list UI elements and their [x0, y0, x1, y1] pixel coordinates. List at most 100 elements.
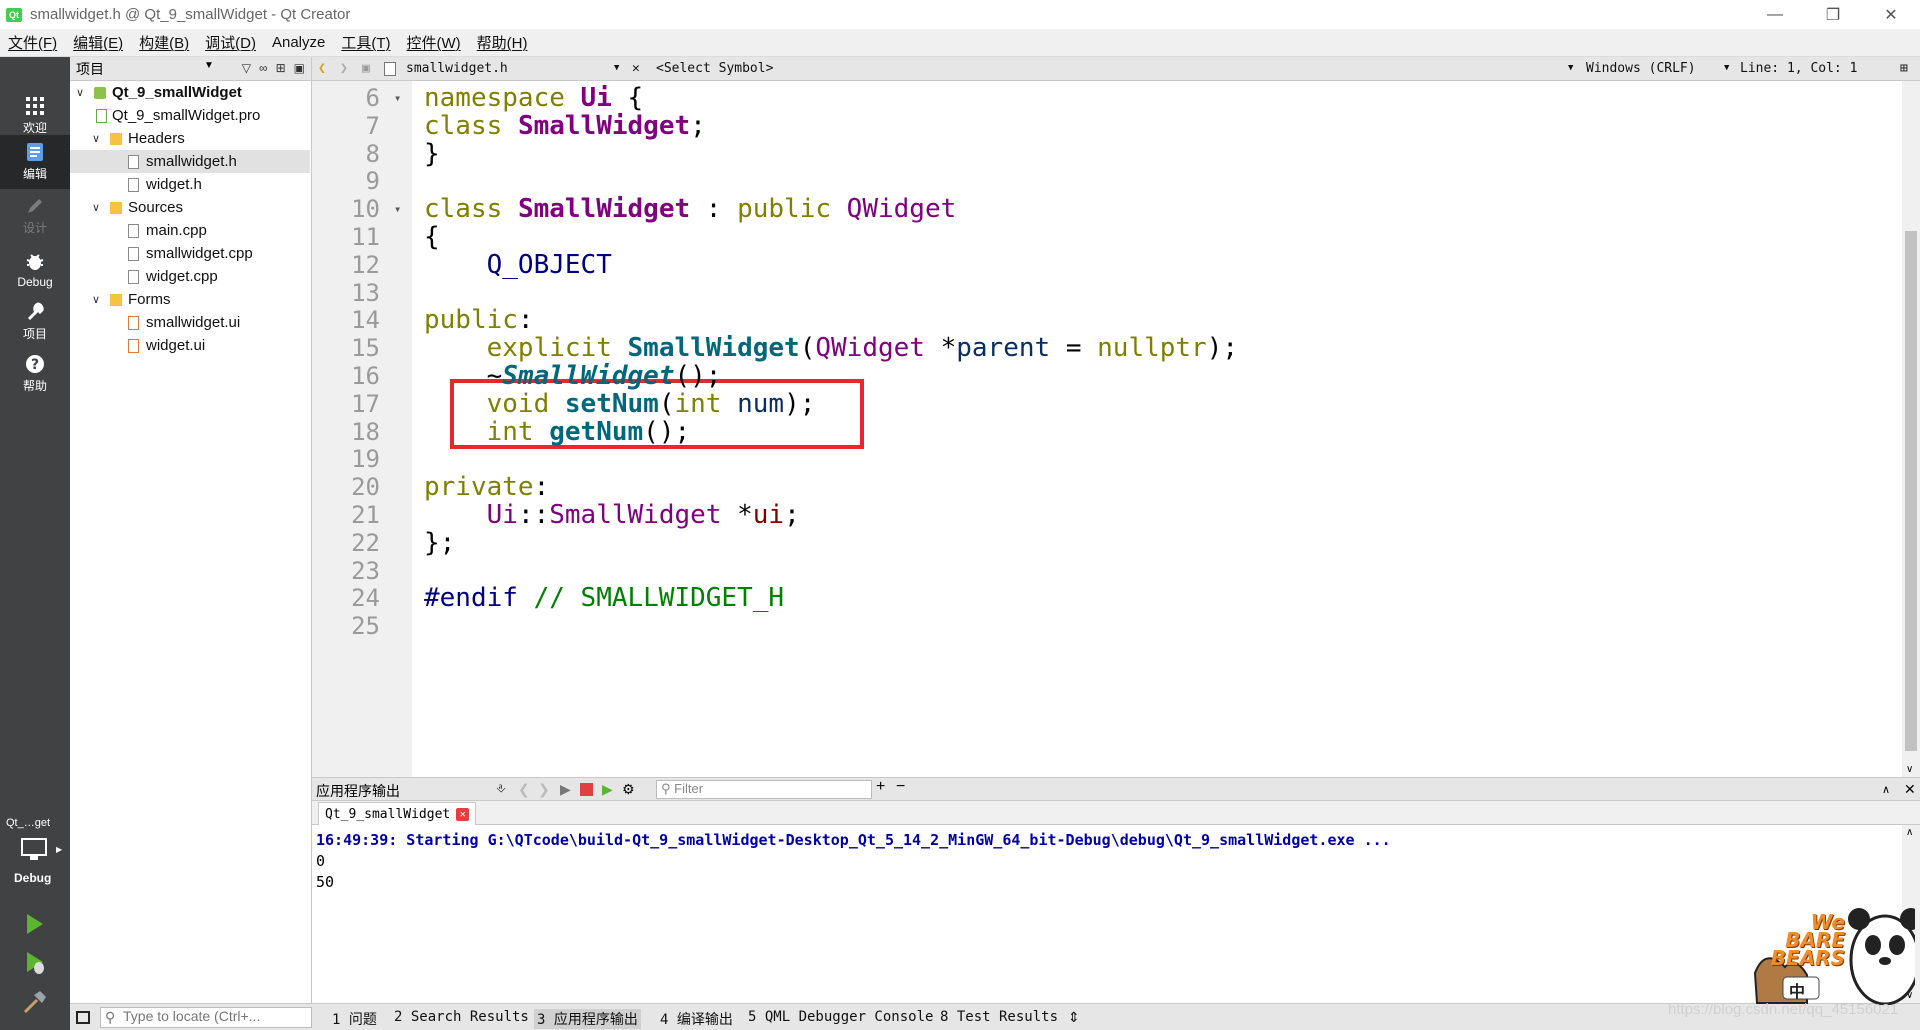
more-tabs-icon[interactable]: ⇕ — [1068, 1009, 1080, 1026]
mode-label: 帮助 — [22, 379, 47, 393]
next-icon[interactable]: ❯ — [538, 781, 550, 798]
toggle-sidebar-icon[interactable] — [76, 1011, 90, 1024]
tab-application-output[interactable]: 3 应用程序输出 — [534, 1009, 641, 1029]
mode-projects[interactable]: 项目 — [0, 295, 70, 349]
code-line[interactable]: } — [424, 137, 440, 171]
kit-mode: Debug — [14, 871, 52, 885]
tree-item-forms[interactable]: ∨ Forms — [70, 288, 310, 311]
close-pane-icon[interactable]: ▣ — [294, 61, 305, 75]
tree-item-widget-h[interactable]: widget.h — [70, 173, 310, 196]
line-ending-dropdown-icon[interactable]: ▼ — [1724, 63, 1729, 73]
menu-edit[interactable]: 编辑(E) — [65, 32, 131, 53]
link-icon[interactable]: ∞ — [259, 61, 268, 75]
code-line[interactable]: }; — [424, 526, 455, 560]
menu-help[interactable]: 帮助(H) — [469, 32, 536, 53]
maximize-pane-icon[interactable]: ∧ — [1882, 783, 1890, 796]
open-file-name[interactable]: smallwidget.h — [406, 61, 508, 76]
fold-marker-icon[interactable]: ▾ — [394, 202, 401, 216]
chevron-down-icon[interactable]: ∨ — [76, 86, 84, 99]
filter-icon[interactable]: ▽ — [242, 61, 251, 75]
fold-marker-icon[interactable]: ▾ — [394, 91, 401, 105]
restore-button[interactable]: ❐ — [1804, 0, 1862, 29]
scrollbar-thumb[interactable] — [1905, 231, 1917, 751]
locator-input[interactable]: ⚲ Type to locate (Ctrl+... — [100, 1007, 312, 1028]
line-ending-selector[interactable]: Windows (CRLF) — [1586, 61, 1696, 76]
chevron-down-icon[interactable]: ∨ — [92, 293, 100, 306]
tab-qml-debugger-console[interactable]: 5 QML Debugger Console — [748, 1009, 933, 1025]
scroll-up-icon[interactable]: ∧ — [1906, 827, 1913, 838]
symbol-dropdown-icon[interactable]: ▼ — [1568, 63, 1573, 73]
application-output[interactable]: 16:49:39: Starting G:\QTcode\build-Qt_9_… — [312, 825, 1902, 1003]
tab-test-results[interactable]: 8 Test Results — [940, 1009, 1058, 1025]
cursor-position[interactable]: Line: 1, Col: 1 — [1740, 61, 1857, 76]
settings-gear-icon[interactable]: ⚙ — [622, 781, 635, 798]
tree-item-widget-ui[interactable]: widget.ui — [70, 334, 310, 357]
attach-icon[interactable]: ⎀ — [496, 781, 506, 796]
tree-item-project[interactable]: ∨ Qt_9_smallWidget — [70, 81, 310, 104]
run-icon[interactable] — [23, 912, 47, 936]
chevron-down-icon[interactable]: ▼ — [204, 60, 214, 71]
rerun-icon[interactable]: ▶ — [560, 781, 571, 798]
prev-icon[interactable]: ❮ — [518, 781, 530, 798]
output-pane-title: 应用程序输出 — [316, 783, 400, 799]
code-line[interactable]: class SmallWidget : public QWidget — [424, 192, 956, 226]
chevron-down-icon[interactable]: ∨ — [92, 132, 100, 145]
close-tab-icon[interactable]: ✕ — [456, 807, 470, 821]
menu-build[interactable]: 构建(B) — [131, 32, 197, 53]
forward-arrow-icon[interactable]: ❯ — [340, 61, 348, 76]
close-pane-icon[interactable]: ✕ — [1904, 781, 1916, 798]
debug-run-icon[interactable] — [23, 950, 49, 976]
zoom-in-icon[interactable]: + — [876, 778, 885, 796]
menu-widgets[interactable]: 控件(W) — [399, 32, 469, 53]
code-line[interactable]: Ui::SmallWidget *ui; — [424, 498, 800, 532]
back-arrow-icon[interactable]: ❮ — [318, 61, 326, 76]
tab-issues[interactable]: 1 问题 — [332, 1009, 377, 1029]
debug-run-icon[interactable]: ▶ — [602, 781, 613, 798]
close-document-icon[interactable]: ✕ — [632, 61, 640, 76]
mode-debug[interactable]: Debug — [0, 243, 70, 297]
tree-item-smallwidget-cpp[interactable]: smallwidget.cpp — [70, 242, 310, 265]
kit-selector[interactable]: Qt_…get ▶ Debug — [0, 817, 70, 957]
output-filter-input[interactable]: ⚲ Filter — [656, 780, 872, 799]
zoom-out-icon[interactable]: − — [896, 778, 905, 796]
scroll-down-icon[interactable]: ∨ — [1906, 764, 1913, 775]
mode-design[interactable]: 设计 — [0, 189, 70, 243]
bug-icon — [26, 253, 44, 270]
stop-icon[interactable] — [580, 783, 593, 796]
mode-help[interactable]: ? 帮助 — [0, 347, 70, 401]
tree-item-pro[interactable]: Qt_9_smallWidget.pro — [70, 104, 310, 127]
tree-label: Sources — [128, 199, 184, 216]
tree-item-smallwidget-ui[interactable]: smallwidget.ui — [70, 311, 310, 334]
tree-item-main-cpp[interactable]: main.cpp — [70, 219, 310, 242]
file-dropdown-icon[interactable]: ▼ — [614, 63, 619, 73]
build-hammer-icon[interactable] — [22, 989, 48, 1015]
grid-icon — [26, 97, 44, 115]
code-line[interactable]: #endif // SMALLWIDGET_H — [424, 581, 784, 615]
tree-item-smallwidget-h[interactable]: smallwidget.h — [70, 150, 310, 173]
close-button[interactable]: ✕ — [1862, 0, 1920, 29]
minimize-button[interactable]: — — [1746, 0, 1804, 29]
editor-scrollbar[interactable]: ∨ — [1902, 81, 1920, 777]
tab-search-results[interactable]: 2 Search Results — [394, 1009, 529, 1025]
file-icon — [128, 177, 139, 192]
menu-debug[interactable]: 调试(D) — [197, 32, 264, 53]
chevron-down-icon[interactable]: ∨ — [92, 201, 100, 214]
code-line[interactable]: class SmallWidget; — [424, 109, 706, 143]
tree-item-widget-cpp[interactable]: widget.cpp — [70, 265, 310, 288]
code-line[interactable]: Q_OBJECT — [424, 248, 612, 282]
mode-label: 欢迎 — [22, 121, 47, 135]
split-icon[interactable]: ⊞ — [276, 61, 286, 75]
tab-compile-output[interactable]: 4 编译输出 — [660, 1009, 733, 1029]
split-editor-icon[interactable]: ⊞ — [1900, 61, 1908, 76]
output-tab[interactable]: Qt_9_smallWidget ✕ — [318, 802, 477, 825]
menu-tools[interactable]: 工具(T) — [333, 32, 398, 53]
menu-file[interactable]: 文件(F) — [0, 32, 65, 53]
tree-label: widget.h — [146, 176, 202, 193]
tree-item-sources[interactable]: ∨ Sources — [70, 196, 310, 219]
mode-edit[interactable]: 编辑 — [0, 135, 70, 189]
symbol-selector[interactable]: <Select Symbol> — [656, 61, 773, 76]
code-line[interactable]: int getNum(); — [424, 415, 691, 449]
tree-item-headers[interactable]: ∨ Headers — [70, 127, 310, 150]
code-editor[interactable]: 6 7 8 9 10 11 12 13 14 15 16 17 18 19 20 21 22 23 24 25 ▾ ▾ n… — [312, 81, 1902, 777]
menu-analyze[interactable]: Analyze — [264, 34, 333, 51]
